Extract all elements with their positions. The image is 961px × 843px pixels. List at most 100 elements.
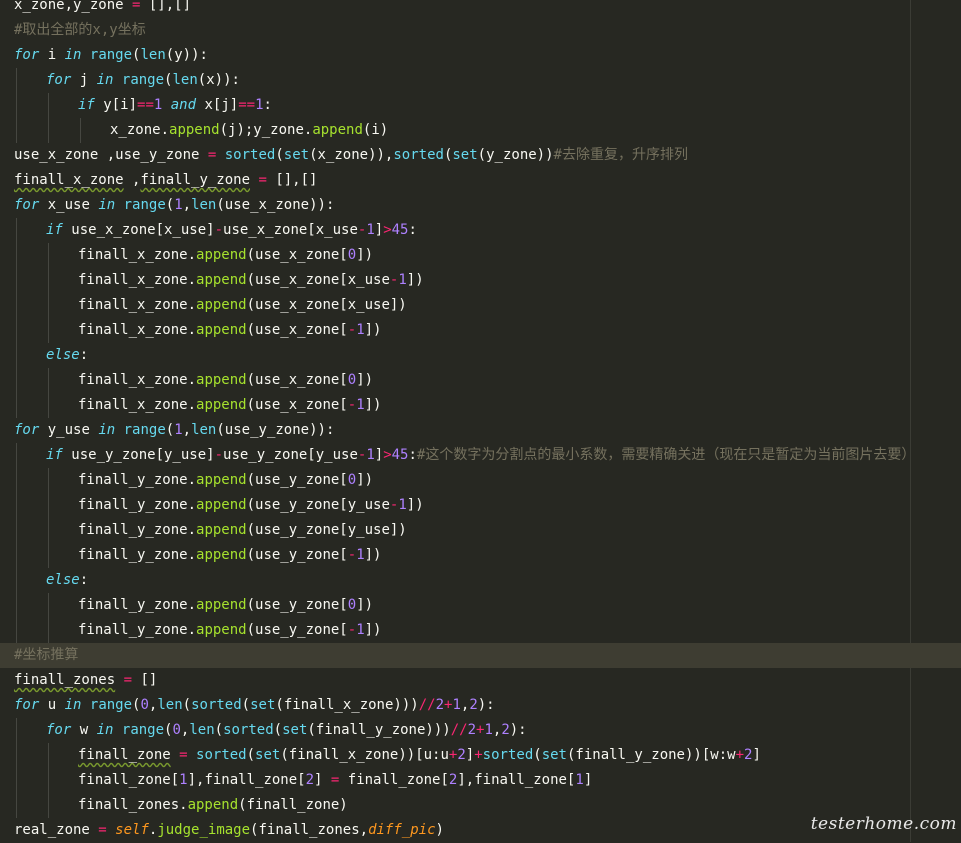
code-token: [],[] xyxy=(140,0,192,13)
code-token: 1 xyxy=(174,422,183,438)
code-token: set xyxy=(250,697,276,713)
code-token: finall_x_zone. xyxy=(78,322,197,338)
code-line[interactable]: finall_y_zone.append(use_y_zone[-1]) xyxy=(0,543,961,568)
code-line[interactable]: finall_zone[1],finall_zone[2] = finall_z… xyxy=(0,768,961,793)
indent-guide xyxy=(48,543,49,568)
code-token: ( xyxy=(275,147,284,163)
code-token: finall_zones xyxy=(14,672,116,688)
code-token: finall_x_zone. xyxy=(78,247,197,263)
code-token: y_use xyxy=(39,422,99,438)
code-line[interactable]: #取出全部的x,y坐标 xyxy=(0,18,961,43)
code-line[interactable]: if use_y_zone[y_use]-use_y_zone[y_use-1]… xyxy=(0,443,961,468)
code-token: append xyxy=(196,397,247,413)
code-text: finall_y_zone.append(use_y_zone[-1]) xyxy=(78,618,381,643)
code-token: if xyxy=(78,97,95,113)
code-text: finall_zone[1],finall_zone[2] = finall_z… xyxy=(78,768,592,793)
code-token: 1 xyxy=(356,622,365,638)
code-token: ]) xyxy=(356,597,374,613)
code-token: finall_y_zone xyxy=(140,172,251,188)
code-line[interactable]: #坐标推算 xyxy=(0,643,961,668)
code-line[interactable]: finall_x_zone.append(use_x_zone[0]) xyxy=(0,243,961,268)
code-text: finall_zones.append(finall_zone) xyxy=(78,793,348,818)
code-line[interactable]: for i in range(len(y)): xyxy=(0,43,961,68)
code-token: : xyxy=(408,222,417,238)
code-line[interactable]: for x_use in range(1,len(use_x_zone)): xyxy=(0,193,961,218)
code-line[interactable]: finall_x_zone.append(use_x_zone[-1]) xyxy=(0,393,961,418)
watermark: testerhome.com xyxy=(810,814,957,834)
code-token: (i) xyxy=(362,122,389,138)
code-line[interactable]: for w in range(0,len(sorted(set(finall_y… xyxy=(0,718,961,743)
code-token: 0 xyxy=(347,372,357,388)
code-line[interactable]: for j in range(len(x)): xyxy=(0,68,961,93)
code-token: range xyxy=(89,47,133,63)
code-token: 0 xyxy=(347,597,357,613)
code-token: (x_zone)), xyxy=(309,147,394,163)
code-token: 2 xyxy=(469,697,478,713)
code-token: else xyxy=(46,572,80,588)
code-line[interactable]: if use_x_zone[x_use]-use_x_zone[x_use-1]… xyxy=(0,218,961,243)
code-token: (use_x_zone[ xyxy=(246,247,348,263)
code-token: else xyxy=(46,347,80,363)
code-line[interactable]: finall_x_zone.append(use_x_zone[-1]) xyxy=(0,318,961,343)
code-token: append xyxy=(196,297,247,313)
code-token: len xyxy=(191,422,217,438)
code-line[interactable]: else: xyxy=(0,568,961,593)
code-line[interactable]: for u in range(0,len(sorted(set(finall_x… xyxy=(0,693,961,718)
code-token: finall_x_zone. xyxy=(78,297,197,313)
code-line[interactable]: finall_x_zone ,finall_y_zone = [],[] xyxy=(0,168,961,193)
code-token: finall_y_zone. xyxy=(78,597,197,613)
code-line[interactable]: finall_y_zone.append(use_y_zone[y_use]) xyxy=(0,518,961,543)
code-text: else: xyxy=(46,568,88,593)
code-line[interactable]: use_x_zone ,use_y_zone = sorted(set(x_zo… xyxy=(0,143,961,168)
code-line[interactable]: finall_x_zone.append(use_x_zone[x_use-1]… xyxy=(0,268,961,293)
code-line[interactable]: if y[i]==1 and x[j]==1: xyxy=(0,93,961,118)
indent-guide xyxy=(48,768,49,793)
indent-guide xyxy=(16,393,17,418)
code-token: set xyxy=(541,747,567,763)
code-token: (j);y_zone. xyxy=(219,122,313,138)
code-line[interactable]: finall_y_zone.append(use_y_zone[y_use-1]… xyxy=(0,493,961,518)
code-line[interactable]: for y_use in range(1,len(use_y_zone)): xyxy=(0,418,961,443)
code-line[interactable]: finall_x_zone.append(use_x_zone[0]) xyxy=(0,368,961,393)
code-token: set xyxy=(283,147,310,163)
code-token: ] xyxy=(374,222,384,238)
indent-guide xyxy=(48,743,49,768)
code-token: finall_y_zone. xyxy=(78,497,197,513)
indent-guide xyxy=(16,118,17,143)
code-line[interactable]: finall_zone = sorted(set(finall_x_zone))… xyxy=(0,743,961,768)
code-text: finall_x_zone.append(use_x_zone[-1]) xyxy=(78,318,381,343)
code-token: sorted xyxy=(191,697,242,713)
code-token: 0 xyxy=(347,472,357,488)
code-line[interactable]: x_zone,y_zone = [],[] xyxy=(0,0,961,18)
code-line[interactable]: finall_y_zone.append(use_y_zone[0]) xyxy=(0,593,961,618)
code-line[interactable]: finall_y_zone.append(use_y_zone[-1]) xyxy=(0,618,961,643)
indent-guide xyxy=(16,368,17,393)
code-line[interactable]: finall_zones = [] xyxy=(0,668,961,693)
code-token: = xyxy=(123,672,133,688)
code-token: 0 xyxy=(172,722,181,738)
code-token: == xyxy=(137,97,154,113)
code-line[interactable]: x_zone.append(j);y_zone.append(i) xyxy=(0,118,961,143)
code-token: ( xyxy=(165,197,175,213)
code-editor[interactable]: x_zone,y_zone = [],[] #取出全部的x,y坐标 for i in… xyxy=(0,0,961,842)
code-token: (use_x_zone[ xyxy=(246,322,348,338)
code-text: for u in range(0,len(sorted(set(finall_x… xyxy=(14,693,495,718)
code-line[interactable]: else: xyxy=(0,343,961,368)
code-token: 1 xyxy=(255,97,264,113)
code-token: len xyxy=(140,47,166,63)
code-token: append xyxy=(312,122,363,138)
code-line[interactable]: finall_y_zone.append(use_y_zone[0]) xyxy=(0,468,961,493)
code-token: sorted xyxy=(482,747,534,763)
code-token: #坐标推算 xyxy=(14,647,79,663)
code-token: ]) xyxy=(356,247,374,263)
code-token: = xyxy=(98,822,107,838)
code-token: - xyxy=(347,397,357,413)
code-line[interactable]: finall_x_zone.append(use_x_zone[x_use]) xyxy=(0,293,961,318)
code-token: ( xyxy=(533,747,542,763)
code-token: (x)): xyxy=(197,72,240,88)
code-token: use_x_zone[x_use xyxy=(223,222,358,238)
code-token: (y)): xyxy=(165,47,208,63)
